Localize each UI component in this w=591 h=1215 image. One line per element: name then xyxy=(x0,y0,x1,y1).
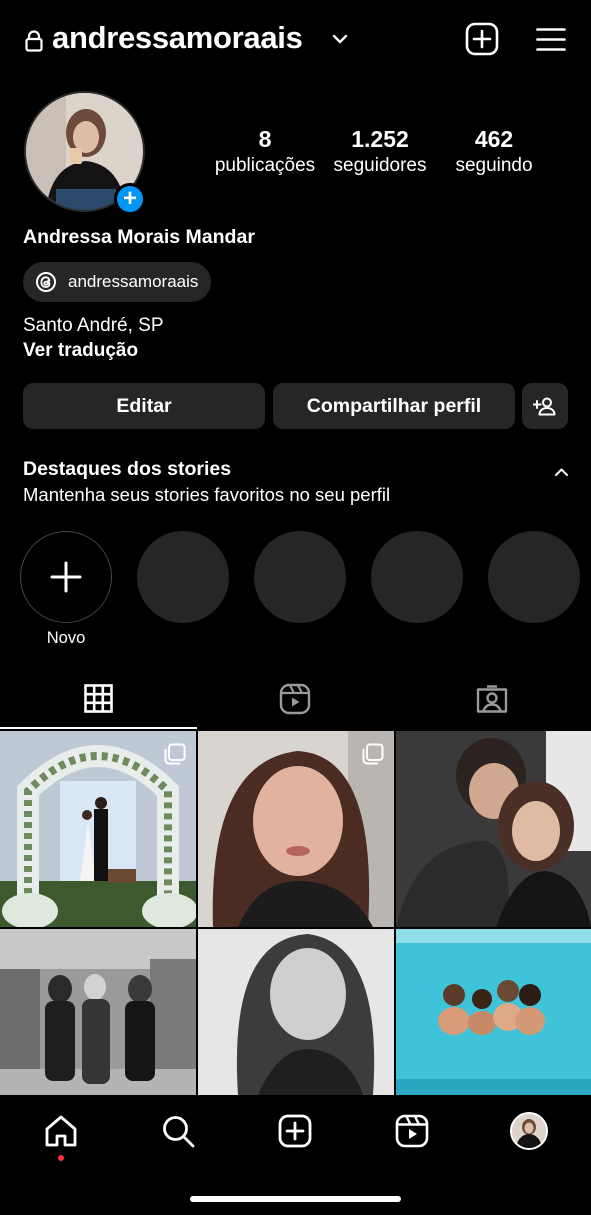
bw-selfie-photo xyxy=(198,929,394,1095)
create-icon[interactable] xyxy=(278,1114,312,1148)
active-tab-indicator xyxy=(0,727,197,729)
post-thumbnail[interactable] xyxy=(0,731,196,927)
profile-name: Andressa Morais Mandar xyxy=(23,226,255,248)
new-post-icon[interactable] xyxy=(465,22,499,56)
highlight-placeholder xyxy=(137,531,229,623)
profile-username-title[interactable]: andressamoraais xyxy=(52,20,303,56)
carousel-icon xyxy=(362,743,384,765)
chevron-up-icon[interactable] xyxy=(554,467,569,477)
discover-people-button[interactable] xyxy=(522,383,568,429)
add-person-icon xyxy=(533,397,556,416)
share-profile-button[interactable]: Compartilhar perfil xyxy=(273,383,515,429)
translate-link[interactable]: Ver tradução xyxy=(23,340,138,362)
highlight-placeholder xyxy=(254,531,346,623)
highlights-title: Destaques dos stories xyxy=(23,458,232,480)
lock-icon xyxy=(25,30,43,52)
threads-icon xyxy=(36,272,56,292)
notification-dot xyxy=(58,1155,64,1161)
profile-location: Santo André, SP xyxy=(23,315,164,336)
post-thumbnail[interactable] xyxy=(198,731,394,927)
highlight-placeholder xyxy=(488,531,580,623)
followers-label[interactable]: seguidores xyxy=(315,155,445,177)
plus-icon xyxy=(50,561,82,593)
following-label[interactable]: seguindo xyxy=(429,155,559,177)
search-icon[interactable] xyxy=(161,1114,195,1148)
post-thumbnail[interactable] xyxy=(396,731,591,927)
tagged-icon[interactable] xyxy=(476,683,508,715)
reels-icon[interactable] xyxy=(395,1114,429,1148)
street-photo xyxy=(0,929,196,1095)
chevron-down-icon[interactable] xyxy=(332,33,348,45)
home-indicator xyxy=(190,1196,401,1202)
following-count[interactable]: 462 xyxy=(429,126,559,153)
grid-icon[interactable] xyxy=(84,684,113,713)
carousel-icon xyxy=(164,743,186,765)
home-icon[interactable] xyxy=(44,1114,78,1148)
followers-count[interactable]: 1.252 xyxy=(315,126,445,153)
post-thumbnail[interactable] xyxy=(0,929,196,1095)
threads-handle: andressamoraais xyxy=(68,272,199,291)
post-thumbnail[interactable] xyxy=(396,929,591,1095)
reels-icon[interactable] xyxy=(279,683,311,715)
highlights-subtitle: Mantenha seus stories favoritos no seu p… xyxy=(23,484,391,505)
new-highlight-button[interactable] xyxy=(20,531,112,623)
highlight-placeholder xyxy=(371,531,463,623)
profile-tab-avatar[interactable] xyxy=(510,1112,548,1150)
add-story-button[interactable]: + xyxy=(114,183,146,215)
posts-count[interactable]: 8 xyxy=(200,126,330,153)
avatar-mini xyxy=(512,1114,546,1148)
couple-photo xyxy=(396,731,591,927)
threads-badge[interactable]: andressamoraais xyxy=(23,262,212,302)
posts-label[interactable]: publicações xyxy=(200,155,330,177)
post-thumbnail[interactable] xyxy=(198,929,394,1095)
edit-profile-button[interactable]: Editar xyxy=(23,383,265,429)
menu-icon[interactable] xyxy=(536,27,566,52)
pool-photo xyxy=(396,929,591,1095)
new-highlight-label: Novo xyxy=(46,629,86,647)
